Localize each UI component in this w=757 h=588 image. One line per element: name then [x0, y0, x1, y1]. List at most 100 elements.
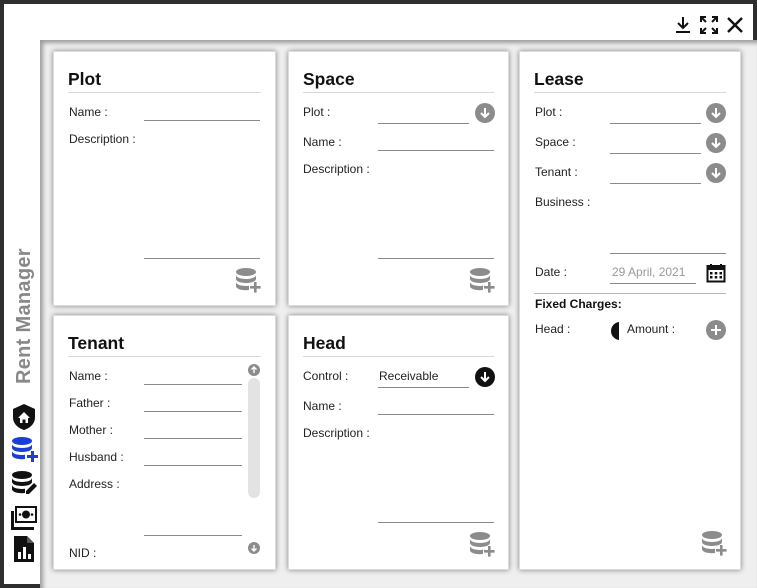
space-card: Space Plot : Name : Description : — [288, 51, 509, 306]
tenant-father-label: Father : — [69, 396, 111, 410]
sidebar: Rent Manager — [4, 4, 40, 588]
fixed-charge-head-label: Head : — [535, 322, 571, 336]
lease-plot-dropdown[interactable] — [706, 103, 726, 123]
lease-space-field[interactable] — [610, 153, 701, 154]
cash-icon — [11, 506, 37, 530]
report-icon — [14, 536, 34, 562]
arrow-down-icon — [480, 108, 490, 119]
divider — [534, 293, 726, 294]
head-control-value[interactable]: Receivable — [379, 369, 438, 383]
arrow-down-icon — [711, 108, 721, 119]
lease-card: Lease Plot : Space : Tenant : Business :… — [519, 51, 741, 570]
plot-title: Plot — [68, 69, 102, 89]
space-plot-field[interactable] — [378, 123, 469, 124]
space-title: Space — [303, 69, 355, 89]
lease-space-label: Space : — [535, 135, 576, 149]
close-icon — [727, 17, 743, 33]
lease-date-label: Date : — [535, 265, 568, 279]
space-description-label: Description : — [303, 162, 370, 176]
tenant-father-field[interactable] — [144, 411, 242, 412]
fixed-charge-head-dropdown[interactable] — [611, 322, 619, 340]
plus-icon — [711, 325, 721, 335]
lease-plot-field[interactable] — [610, 123, 701, 124]
save-lease-icon[interactable] — [700, 530, 728, 556]
plot-name-label: Name : — [69, 105, 108, 119]
scrollbar-thumb[interactable] — [248, 378, 260, 498]
head-name-label: Name : — [303, 399, 342, 413]
lease-tenant-label: Tenant : — [535, 165, 578, 179]
calendar-icon[interactable] — [706, 263, 726, 283]
head-control-field[interactable] — [378, 387, 469, 388]
space-plot-label: Plot : — [303, 105, 331, 119]
head-control-label: Control : — [303, 369, 349, 383]
tenant-card: Tenant Name : Father : Mother : Husband … — [53, 315, 276, 570]
head-title: Head — [303, 333, 346, 353]
add-fixed-charge-button[interactable] — [706, 320, 726, 340]
tenant-address-label: Address : — [69, 477, 120, 491]
arrow-down-icon — [711, 138, 721, 149]
tenant-mother-label: Mother : — [69, 423, 114, 437]
space-name-field[interactable] — [378, 150, 494, 151]
head-description-label: Description : — [303, 426, 370, 440]
save-head-icon[interactable] — [468, 531, 496, 557]
tenant-nid-label: NID : — [69, 546, 97, 560]
tenant-address-field[interactable] — [144, 535, 242, 536]
scroll-down-button[interactable] — [248, 542, 260, 554]
tenant-husband-label: Husband : — [69, 450, 124, 464]
lease-business-label: Business : — [535, 195, 591, 209]
nav-cash[interactable] — [10, 503, 38, 531]
divider — [68, 92, 261, 93]
head-name-field[interactable] — [378, 414, 494, 415]
tenant-mother-field[interactable] — [144, 438, 242, 439]
content-area: Plot Name : Description : Space Plot : N… — [40, 40, 757, 588]
tenant-husband-field[interactable] — [144, 465, 242, 466]
plot-card: Plot Name : Description : — [53, 51, 276, 306]
download-icon — [676, 17, 690, 33]
head-card: Head Control : Receivable Name : Descrip… — [288, 315, 509, 570]
lease-plot-label: Plot : — [535, 105, 563, 119]
lease-date-value[interactable]: 29 April, 2021 — [612, 265, 685, 279]
arrow-up-icon — [251, 366, 257, 373]
divider — [68, 356, 261, 357]
lease-tenant-field[interactable] — [610, 183, 701, 184]
space-description-field[interactable] — [378, 258, 494, 259]
arrow-down-icon — [251, 545, 257, 552]
home-icon — [13, 404, 35, 430]
tenant-title: Tenant — [68, 333, 125, 353]
plot-description-field[interactable] — [144, 258, 260, 259]
scroll-up-button[interactable] — [248, 364, 260, 376]
save-space-icon[interactable] — [468, 267, 496, 293]
fixed-charges-label: Fixed Charges: — [535, 297, 622, 311]
fullscreen-button[interactable] — [698, 14, 720, 36]
plot-description-label: Description : — [69, 132, 136, 146]
plot-name-field[interactable] — [144, 120, 260, 121]
database-add-icon — [12, 437, 38, 462]
space-name-label: Name : — [303, 135, 342, 149]
database-edit-icon — [12, 471, 37, 494]
app-window: Rent Manager Plot Name : Description : S… — [0, 0, 757, 588]
arrow-down-icon — [480, 372, 490, 383]
lease-tenant-dropdown[interactable] — [706, 163, 726, 183]
arrow-down-icon — [711, 168, 721, 179]
nav-database-edit[interactable] — [10, 470, 38, 498]
lease-title: Lease — [534, 69, 584, 89]
tenant-name-label: Name : — [69, 369, 108, 383]
nav-database-add[interactable] — [10, 436, 38, 464]
app-title: Rent Manager — [13, 248, 35, 384]
save-plot-icon[interactable] — [234, 267, 262, 293]
nav-report[interactable] — [10, 535, 38, 563]
fixed-charge-amount-label: Amount : — [627, 322, 676, 336]
lease-date-field[interactable] — [610, 283, 696, 284]
lease-space-dropdown[interactable] — [706, 133, 726, 153]
divider — [303, 356, 494, 357]
divider — [303, 92, 494, 93]
nav-home[interactable] — [10, 403, 38, 431]
lease-business-field[interactable] — [610, 253, 726, 254]
tenant-name-field[interactable] — [144, 384, 242, 385]
close-button[interactable] — [724, 14, 746, 36]
download-button[interactable] — [672, 14, 694, 36]
head-control-dropdown[interactable] — [475, 367, 495, 387]
divider — [534, 92, 726, 93]
head-description-field[interactable] — [378, 522, 494, 523]
space-plot-dropdown[interactable] — [475, 103, 495, 123]
